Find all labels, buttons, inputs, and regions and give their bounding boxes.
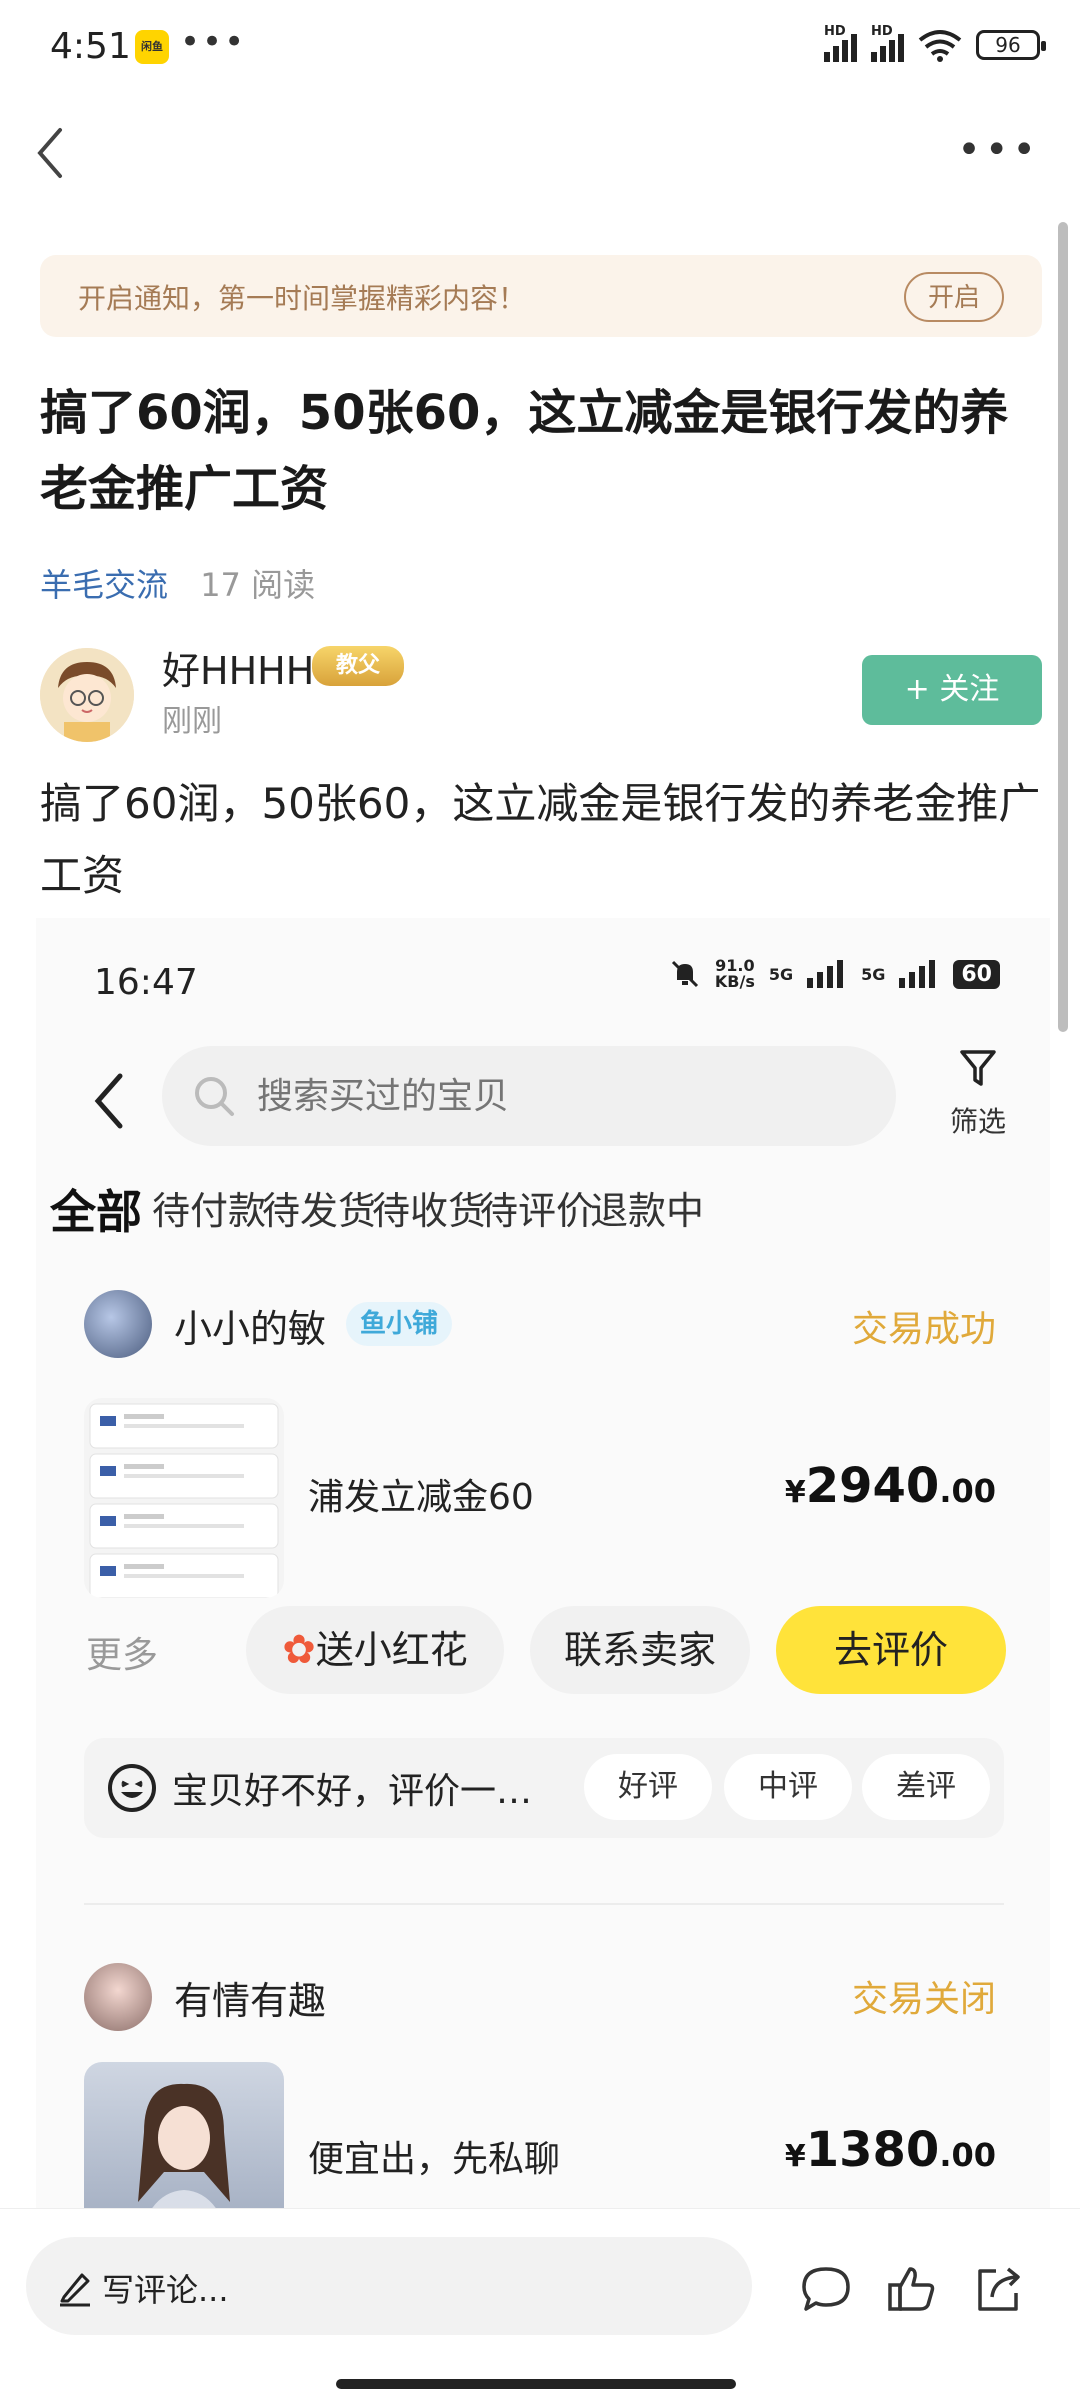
write-review-button[interactable]: 去评价 [776, 1606, 1006, 1694]
enable-notification-button[interactable]: 开启 [904, 272, 1004, 322]
product-price: ¥2940.00 [784, 1458, 996, 1514]
tab-pending-payment[interactable]: 待付款 [152, 1180, 266, 1235]
product-thumbnail[interactable] [84, 1398, 284, 1598]
home-indicator[interactable] [336, 2379, 736, 2389]
battery-icon: 96 [976, 30, 1046, 60]
status-bar: 4:51 闲鱼 ••• HD HD 96 [0, 0, 1080, 100]
tab-all[interactable]: 全部 [50, 1176, 142, 1242]
comment-bubble-icon[interactable] [798, 2261, 854, 2317]
post-meta: 羊毛交流 17 阅读 [40, 560, 315, 606]
good-review-button[interactable]: 好评 [584, 1754, 712, 1820]
post-body: 搞了60润，50张60，这立减金是银行发的养老金推广工资 [40, 779, 1041, 900]
tab-pending-receipt[interactable]: 待收货 [372, 1180, 486, 1235]
neutral-review-button[interactable]: 中评 [724, 1754, 852, 1820]
signal-icon [807, 960, 844, 988]
product-thumbnail-2[interactable] [84, 2062, 284, 2208]
tab-pending-shipment[interactable]: 待发货 [262, 1180, 376, 1235]
product-price-2: ¥1380.00 [784, 2122, 996, 2178]
flower-icon: ✿ [282, 1627, 316, 1673]
tab-refunding[interactable]: 退款中 [590, 1180, 704, 1235]
order-status: 交易成功 [851, 1309, 996, 1350]
search-input[interactable] [257, 1076, 857, 1117]
order-search-bar[interactable] [162, 1046, 896, 1146]
net-speed: 91.0 KB/s [714, 956, 755, 991]
seller-name-2[interactable]: 有情有趣 [174, 1970, 326, 2025]
status-time: 4:51 [50, 26, 131, 67]
filter-button[interactable]: 筛选 [936, 1048, 1020, 1140]
search-icon [195, 1077, 234, 1116]
tab-pending-review[interactable]: 待评价 [480, 1180, 594, 1235]
status-icons: HD HD 96 [824, 24, 1046, 62]
more-options-icon[interactable]: ••• [957, 130, 1040, 170]
signal-icon-2 [899, 960, 936, 988]
app-notification-icon: 闲鱼 [135, 30, 169, 64]
pencil-icon [60, 2273, 90, 2307]
screenshot-time: 16:47 [94, 962, 198, 1003]
category-link[interactable]: 羊毛交流 [40, 566, 168, 604]
shop-tag: 鱼小铺 [346, 1302, 453, 1346]
wifi-icon [918, 30, 962, 62]
signal-icon-2: HD [871, 24, 904, 62]
seller-avatar-2[interactable] [84, 1963, 152, 2031]
back-icon[interactable] [24, 118, 84, 188]
contact-seller-button[interactable]: 联系卖家 [530, 1606, 750, 1694]
post-title: 搞了60润，50张60，这立减金是银行发的养老金推广工资 [40, 385, 1009, 517]
embedded-screenshot[interactable]: 16:47 91.0KB/s 5G 5G 60 筛选 全部 待付款 待 [36, 918, 1050, 2208]
comment-placeholder: 写评论... [102, 2271, 229, 2309]
product-title-2[interactable]: 便宜出，先私聊 [308, 2130, 560, 2182]
order-tabs: 全部 待付款 待发货 待收货 待评价 退款中 [36, 1180, 1050, 1250]
follow-button[interactable]: + 关注 [862, 655, 1042, 725]
seller-name[interactable]: 小小的敏 [174, 1298, 326, 1353]
quick-rating-box: 宝贝好不好，评价一… 好评 中评 差评 [84, 1738, 1004, 1838]
send-flower-button[interactable]: ✿送小红花 [246, 1606, 504, 1694]
notification-text: 开启通知，第一时间掌握精彩内容！ [78, 282, 527, 315]
signal-icon: HD [824, 24, 857, 62]
mute-bell-icon [671, 960, 698, 988]
share-icon[interactable] [970, 2261, 1026, 2317]
more-actions-link[interactable]: 更多 [86, 1626, 158, 1678]
more-notifications-icon: ••• [180, 22, 247, 62]
screenshot-battery: 60 [953, 959, 1000, 989]
product-title[interactable]: 浦发立减金60 [308, 1468, 534, 1520]
order-status-2: 交易关闭 [851, 1979, 996, 2020]
read-count: 17 阅读 [200, 566, 316, 604]
bad-review-button[interactable]: 差评 [862, 1754, 990, 1820]
author-badge: 教父 [312, 646, 404, 686]
screenshot-back-icon[interactable] [86, 1066, 136, 1136]
signal-5g-2: 5G [861, 964, 886, 984]
rating-prompt: 宝贝好不好，评价一… [172, 1771, 533, 1812]
author-name[interactable]: 好HHHH [162, 640, 314, 695]
author-avatar[interactable] [40, 648, 134, 742]
screenshot-status-icons: 91.0 KB/s 5G 5G 60 [669, 958, 1000, 990]
seller-avatar[interactable] [84, 1290, 152, 1358]
like-icon[interactable] [884, 2261, 940, 2317]
order-divider [84, 1903, 1004, 1905]
notification-banner: 开启通知，第一时间掌握精彩内容！ 开启 [40, 255, 1042, 337]
signal-5g-1: 5G [768, 964, 794, 984]
smile-face-icon [108, 1764, 156, 1812]
post-time: 刚刚 [162, 704, 222, 739]
filter-label: 筛选 [949, 1105, 1006, 1138]
comment-input[interactable]: 写评论... [26, 2237, 752, 2335]
filter-icon [960, 1050, 996, 1086]
scrollbar[interactable] [1058, 222, 1068, 1032]
bottom-bar: 写评论... [0, 2208, 1080, 2400]
